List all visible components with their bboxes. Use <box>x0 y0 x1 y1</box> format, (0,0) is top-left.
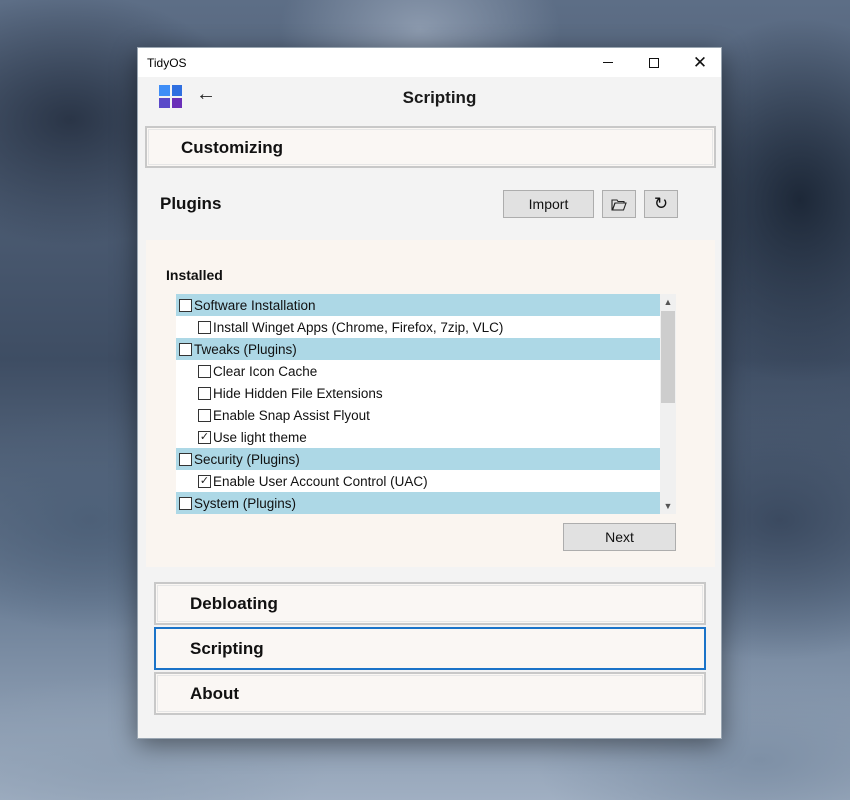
plugin-group-row[interactable]: Software Installation <box>176 294 660 316</box>
plugin-group-row[interactable]: Tweaks (Plugins) <box>176 338 660 360</box>
plugin-item-row[interactable]: ✓ Use light theme <box>176 426 660 448</box>
plugin-checkbox[interactable] <box>198 386 211 400</box>
plugin-checkbox[interactable] <box>179 452 192 466</box>
section-label: Customizing <box>181 138 283 157</box>
section-label: Debloating <box>190 594 278 613</box>
section-debloating[interactable]: Debloating <box>154 582 706 625</box>
plugin-item-row[interactable]: Clear Icon Cache <box>176 360 660 382</box>
plugin-item-row[interactable]: Install Winget Apps (Chrome, Firefox, 7z… <box>176 316 660 338</box>
plugin-item-row[interactable]: Enable Snap Assist Flyout <box>176 404 660 426</box>
title-bar[interactable]: TidyOS ✕ <box>138 48 721 77</box>
installed-heading: Installed <box>166 267 223 283</box>
plugin-label: Enable User Account Control (UAC) <box>213 473 428 489</box>
scroll-up-icon[interactable]: ▲ <box>660 294 676 310</box>
plugin-checkbox[interactable]: ✓ <box>198 430 211 444</box>
minimize-button[interactable] <box>585 48 631 77</box>
plugin-group-row[interactable]: System (Plugins) <box>176 492 660 514</box>
plugin-label: Clear Icon Cache <box>213 363 318 379</box>
next-button[interactable]: Next <box>563 523 676 551</box>
plugin-label: System (Plugins) <box>194 495 297 511</box>
plugin-checkbox[interactable] <box>179 342 192 356</box>
close-icon: ✕ <box>692 53 708 72</box>
plugin-group-row[interactable]: Security (Plugins) <box>176 448 660 470</box>
minimize-icon <box>603 62 613 63</box>
installed-panel: Installed Software Installation Install W… <box>146 240 715 567</box>
maximize-icon <box>649 57 659 68</box>
refresh-button[interactable]: ↻ <box>644 190 678 218</box>
app-title: TidyOS <box>147 56 187 70</box>
scroll-thumb[interactable] <box>661 311 675 403</box>
close-button[interactable]: ✕ <box>677 48 723 77</box>
open-folder-button[interactable] <box>602 190 636 218</box>
scroll-down-icon[interactable]: ▼ <box>660 498 676 514</box>
section-customizing[interactable]: Customizing <box>145 126 716 168</box>
plugins-heading: Plugins <box>160 194 222 213</box>
plugin-checkbox[interactable] <box>179 298 192 312</box>
list-scrollbar[interactable]: ▲ ▼ <box>660 294 676 514</box>
plugin-label: Install Winget Apps (Chrome, Firefox, 7z… <box>213 319 504 335</box>
section-label: About <box>190 684 240 703</box>
section-about[interactable]: About <box>154 672 706 715</box>
plugin-label: Use light theme <box>213 429 307 445</box>
plugin-label: Enable Snap Assist Flyout <box>213 407 370 423</box>
plugin-checkbox[interactable] <box>198 408 211 422</box>
section-scripting[interactable]: Scripting <box>154 627 706 670</box>
plugin-checkbox[interactable] <box>179 496 192 510</box>
import-button[interactable]: Import <box>503 190 594 218</box>
plugin-label: Hide Hidden File Extensions <box>213 385 383 401</box>
folder-open-icon <box>611 198 627 211</box>
plugin-checkbox[interactable]: ✓ <box>198 474 211 488</box>
plugin-item-row[interactable]: Hide Hidden File Extensions <box>176 382 660 404</box>
section-label: Scripting <box>190 639 264 658</box>
plugin-checkbox[interactable] <box>198 320 211 334</box>
plugin-tree-list[interactable]: Software Installation Install Winget Apps… <box>176 294 676 514</box>
refresh-icon: ↻ <box>653 194 669 213</box>
plugin-item-row[interactable]: ✓ Enable User Account Control (UAC) <box>176 470 660 492</box>
plugin-checkbox[interactable] <box>198 364 211 378</box>
page-title: Scripting <box>402 88 477 107</box>
plugin-label: Security (Plugins) <box>194 451 300 467</box>
app-window: TidyOS ✕ ← Scripting Customizing Plugins… <box>137 47 722 739</box>
maximize-button[interactable] <box>631 48 677 77</box>
plugin-label: Software Installation <box>194 297 316 313</box>
plugin-label: Tweaks (Plugins) <box>194 341 297 357</box>
